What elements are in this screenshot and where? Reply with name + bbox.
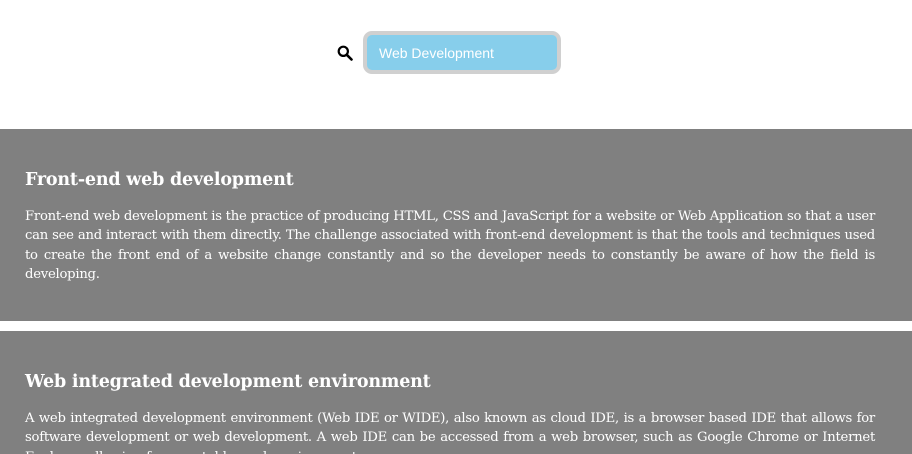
section-title: Web integrated development environment — [25, 372, 431, 392]
section-web-ide: Web integrated development environment A… — [0, 331, 912, 454]
search-input[interactable] — [363, 31, 561, 74]
section-body: A web integrated development environment… — [25, 411, 875, 454]
section-front-end: Front-end web development Front-end web … — [0, 129, 912, 321]
section-body: Front-end web development is the practic… — [25, 209, 875, 283]
section-title: Front-end web development — [25, 170, 294, 190]
search-bar — [336, 31, 561, 74]
search-icon[interactable] — [336, 44, 354, 62]
